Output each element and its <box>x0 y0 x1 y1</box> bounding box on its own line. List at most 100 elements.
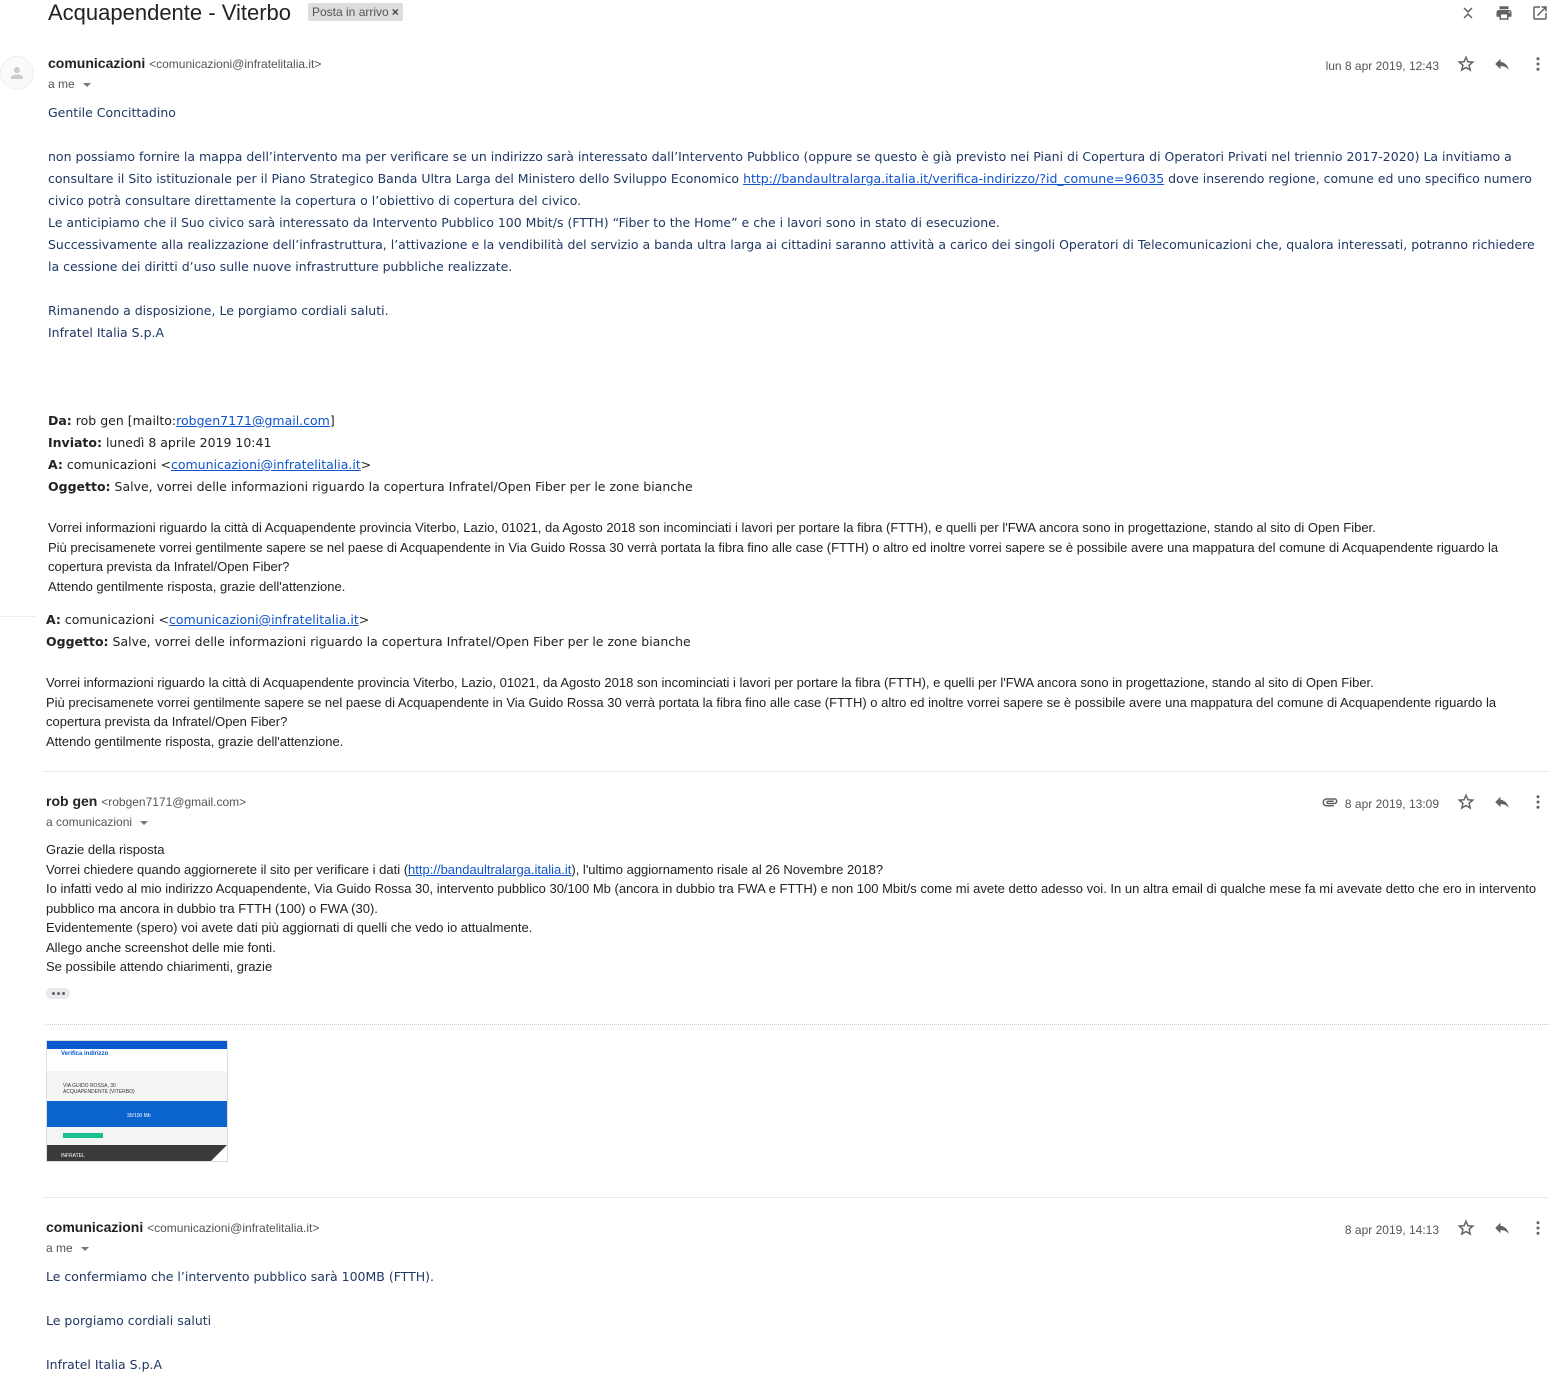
more-options-icon[interactable] <box>1529 55 1547 76</box>
paragraph-3: Successivamente alla realizzazione dell’… <box>48 237 1535 274</box>
recipient-text: a me <box>46 1241 73 1255</box>
more-options-icon[interactable] <box>1529 793 1547 814</box>
body-line-text: Vorrei chiedere quando aggiornerete il s… <box>46 861 409 877</box>
star-icon[interactable] <box>1457 793 1475 814</box>
reply-icon[interactable] <box>1493 1219 1511 1240</box>
recipient-text: a me <box>48 77 75 91</box>
sender-email-link[interactable]: robgen7171@gmail.com <box>176 413 330 428</box>
chevron-down-icon[interactable] <box>82 82 91 87</box>
body-line: Allego anche screenshot delle mie fonti. <box>46 939 276 955</box>
remove-label-icon[interactable]: × <box>392 5 399 19</box>
message-3-recipients[interactable]: a me <box>46 1241 89 1255</box>
sender-avatar <box>0 56 34 90</box>
to-value: comunicazioni < <box>60 612 169 627</box>
message-2-recipients[interactable]: a comunicazioni <box>46 815 149 829</box>
thumbnail-result: 30/100 Mb <box>127 1113 151 1119</box>
signature: Infratel Italia S.p.A <box>46 1357 163 1372</box>
print-icon[interactable] <box>1495 4 1513 22</box>
quoted-to: A: comunicazioni <comunicazioni@infratel… <box>46 609 1546 631</box>
label-text: Posta in arrivo <box>312 5 389 19</box>
body-line: Io infatti vedo al mio indirizzo Acquape… <box>46 881 1537 916</box>
sender-email: <comunicazioni@infratelitalia.it> <box>147 1221 320 1235</box>
quoted-header: Da: rob gen [mailto:robgen7171@gmail.com… <box>48 410 1548 498</box>
message-date: 8 apr 2019, 14:13 <box>1344 1222 1439 1237</box>
date-with-attachment: 8 apr 2019, 13:09 <box>1321 793 1439 814</box>
subject-value: Salve, vorrei delle informazioni riguard… <box>108 634 691 649</box>
show-trimmed-content-button[interactable] <box>46 988 70 999</box>
subject-label: Oggetto: <box>46 634 109 649</box>
sent-label: Inviato: <box>48 435 102 450</box>
quoted-body-2: Vorrei informazioni riguardo la città di… <box>46 673 1551 751</box>
site-link[interactable]: http://bandaultralarga.italia.it <box>408 862 571 877</box>
thread-toolbar <box>1459 4 1549 22</box>
message-1-sender[interactable]: comunicazioni <comunicazioni@infratelita… <box>48 55 321 71</box>
from-label: Da: <box>48 413 72 428</box>
quoted-body-line: Più precisamenete vorrei gentilmente sap… <box>48 539 1499 575</box>
message-2-body: Grazie della risposta Vorrei chiedere qu… <box>46 840 1546 977</box>
star-icon[interactable] <box>1457 55 1475 76</box>
from-value: rob gen [mailto: <box>71 413 177 428</box>
attachment-icon <box>1321 793 1339 814</box>
greeting: Gentile Concittadino <box>48 105 176 120</box>
attachment-thumbnail[interactable]: Verifica indirizzo VIA GUIDO ROSSA, 30 A… <box>46 1040 228 1162</box>
sender-name: comunicazioni <box>46 1219 144 1235</box>
message-3-body: Le confermiamo che l’intervento pubblico… <box>46 1266 1546 1376</box>
to-label: A: <box>46 612 61 627</box>
separator <box>0 616 36 617</box>
message-1-meta: lun 8 apr 2019, 12:43 <box>1326 55 1547 76</box>
quoted-body-line: Attendo gentilmente risposta, grazie del… <box>46 733 344 749</box>
quoted-sent: Inviato: lunedì 8 aprile 2019 10:41 <box>48 432 1548 454</box>
to-end: > <box>358 612 370 627</box>
sent-value: lunedì 8 aprile 2019 10:41 <box>101 435 272 450</box>
quoted-body: Vorrei informazioni riguardo la città di… <box>48 518 1551 596</box>
message-3-meta: 8 apr 2019, 14:13 <box>1345 1219 1547 1240</box>
to-value: comunicazioni < <box>62 457 171 472</box>
message-2-meta: 8 apr 2019, 13:09 <box>1321 793 1547 814</box>
attachment-separator <box>46 1024 1549 1025</box>
body-line: Le porgiamo cordiali saluti <box>46 1313 212 1328</box>
chevron-down-icon[interactable] <box>140 820 149 825</box>
verify-address-link[interactable]: http://bandaultralarga.italia.it/verific… <box>743 171 1164 186</box>
open-new-window-icon[interactable] <box>1531 4 1549 22</box>
quoted-body-line: Vorrei informazioni riguardo la città di… <box>48 520 1376 535</box>
quoted-subject: Oggetto: Salve, vorrei delle informazion… <box>46 631 1546 653</box>
body-line: Vorrei chiedere quando aggiornerete il s… <box>46 860 1546 880</box>
quoted-subject: Oggetto: Salve, vorrei delle informazion… <box>48 476 1548 498</box>
collapse-all-icon[interactable] <box>1459 4 1477 22</box>
from-end: ] <box>329 413 335 428</box>
star-icon[interactable] <box>1457 1219 1475 1240</box>
more-options-icon[interactable] <box>1529 1219 1547 1240</box>
quoted-body-line: Vorrei informazioni riguardo la città di… <box>46 675 1374 690</box>
signature: Infratel Italia S.p.A <box>48 325 165 340</box>
subject-value: Salve, vorrei delle informazioni riguard… <box>110 479 693 494</box>
quoted-to: A: comunicazioni <comunicazioni@infratel… <box>48 454 1548 476</box>
reply-icon[interactable] <box>1493 55 1511 76</box>
person-icon <box>11 67 23 79</box>
body-line: Grazie della risposta <box>46 842 165 857</box>
reply-icon[interactable] <box>1493 793 1511 814</box>
thumbnail-address: VIA GUIDO ROSSA, 30 ACQUAPENDENTE (VITER… <box>63 1083 135 1095</box>
message-3-sender[interactable]: comunicazioni <comunicazioni@infratelita… <box>46 1219 319 1235</box>
quoted-from: Da: rob gen [mailto:robgen7171@gmail.com… <box>48 410 1548 432</box>
inbox-label-chip[interactable]: Posta in arrivo × <box>308 3 403 21</box>
chevron-down-icon[interactable] <box>80 1246 89 1251</box>
thread-subject: Acquapendente - Viterbo <box>48 0 291 25</box>
closing: Rimanendo a disposizione, Le porgiamo co… <box>48 303 389 318</box>
sender-email: <robgen7171@gmail.com> <box>101 795 247 809</box>
recipient-email-link[interactable]: comunicazioni@infratelitalia.it <box>169 612 359 627</box>
message-2-sender[interactable]: rob gen <robgen7171@gmail.com> <box>46 793 246 809</box>
message-divider <box>42 771 1549 772</box>
message-date: lun 8 apr 2019, 12:43 <box>1325 58 1439 73</box>
subject-label: Oggetto: <box>48 479 111 494</box>
body-line: Se possibile attendo chiarimenti, grazie <box>46 959 273 974</box>
message-1-body: Gentile Concittadino non possiamo fornir… <box>48 102 1543 344</box>
message-1-recipients[interactable]: a me <box>48 77 91 91</box>
paragraph-1: non possiamo fornire la mappa dell’inter… <box>48 146 1543 212</box>
recipient-email-link[interactable]: comunicazioni@infratelitalia.it <box>171 457 361 472</box>
sender-name: rob gen <box>46 793 98 809</box>
quoted-body-line: Più precisamenete vorrei gentilmente sap… <box>46 694 1497 730</box>
sender-email: <comunicazioni@infratelitalia.it> <box>149 57 322 71</box>
recipient-text: a comunicazioni <box>46 815 133 829</box>
thumbnail-footer: INFRATEL <box>61 1153 85 1159</box>
paragraph-2: Le anticipiamo che il Suo civico sarà in… <box>48 215 1000 230</box>
